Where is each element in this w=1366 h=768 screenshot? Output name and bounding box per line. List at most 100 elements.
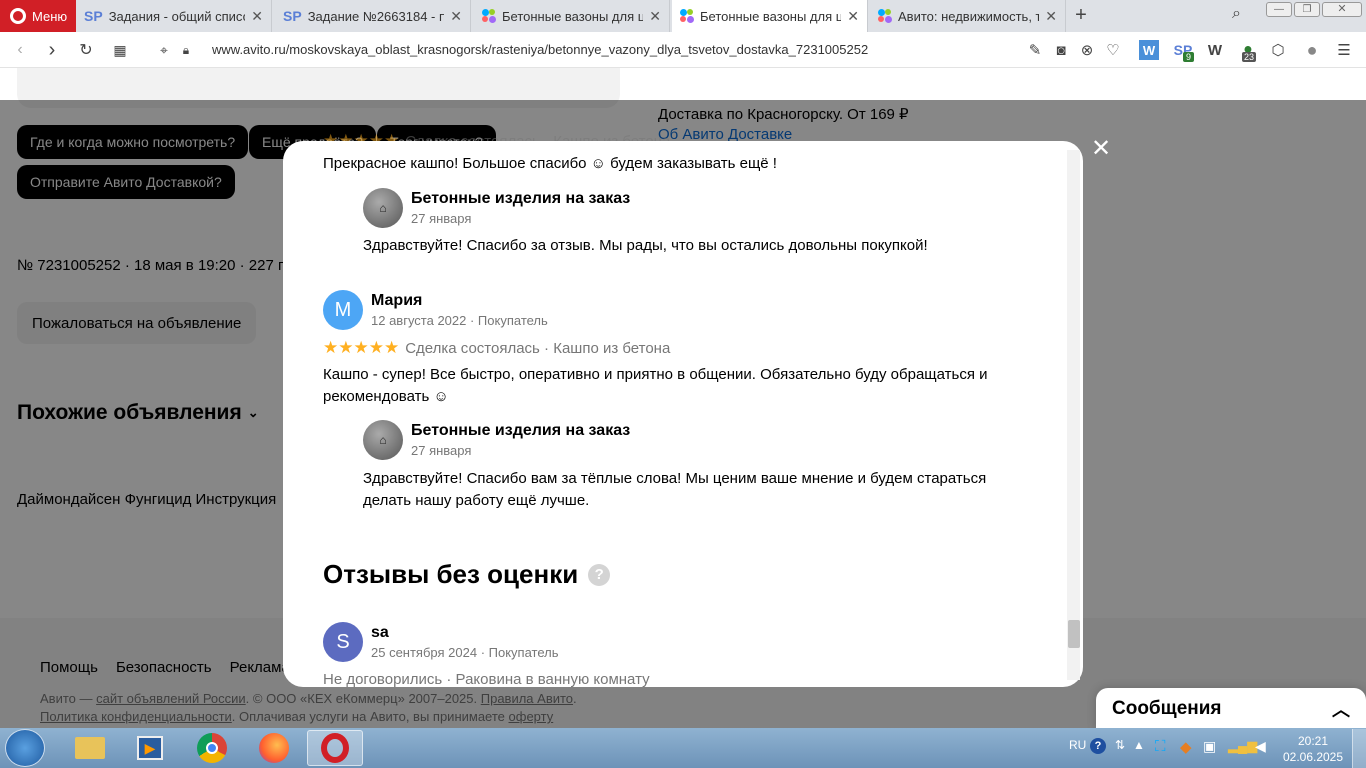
restore-icon[interactable]: ❐ xyxy=(1294,2,1320,17)
tab-4-active[interactable]: Бетонные вазоны для цве ✕ xyxy=(672,0,868,32)
tab-title: Бетонные вазоны для цве xyxy=(502,8,644,24)
reply-text-line1: Здравствуйте! Спасибо вам за тёплые слов… xyxy=(363,470,987,487)
review-rating-line: ★★★★★ Сделка состоялась · Кашпо из бетон… xyxy=(323,338,670,358)
chrome-taskbar-icon[interactable] xyxy=(184,730,240,766)
reviewer-name: sa xyxy=(371,624,389,641)
language-indicator[interactable]: RU xyxy=(1069,738,1086,752)
modal-close-icon[interactable]: ✕ xyxy=(1088,136,1114,162)
w-extension-icon[interactable]: W xyxy=(1139,40,1159,60)
signal-bars-icon[interactable]: ▂▄▆ xyxy=(1228,738,1257,754)
network-device-tray-icon[interactable]: ▣ xyxy=(1203,738,1216,755)
reply-text-line2: делать нашу работу ещё лучше. xyxy=(363,492,590,509)
screen-capture-tray-icon[interactable]: ⛶ xyxy=(1155,738,1166,755)
firefox-taskbar-icon[interactable] xyxy=(246,730,302,766)
camera-icon[interactable]: ◙ xyxy=(1049,38,1073,62)
media-player-taskbar-icon[interactable]: ▶ xyxy=(122,730,178,766)
messages-label: Сообщения xyxy=(1112,698,1222,719)
close-icon[interactable]: ✕ xyxy=(1045,8,1057,25)
clock[interactable]: 20:21 02.06.2025 xyxy=(1282,733,1344,765)
show-hidden-icons-icon[interactable]: ▲ xyxy=(1133,738,1145,752)
seller-avatar: ⌂ xyxy=(363,188,403,228)
reply-date: 27 января xyxy=(411,443,472,458)
lock-icon[interactable]: 🔒︎ xyxy=(176,32,196,68)
speed-dial-grid-icon[interactable]: ▦ xyxy=(108,32,132,68)
help-icon[interactable]: ? xyxy=(588,563,611,586)
firefox-icon xyxy=(259,733,289,763)
modal-scrollbar[interactable] xyxy=(1067,150,1080,680)
new-tab-plus-icon[interactable]: + xyxy=(1070,4,1092,26)
extension-badge: 23 xyxy=(1242,52,1257,62)
scrollbar-thumb[interactable] xyxy=(1068,620,1080,648)
tab-2[interactable]: SP Задание №2663184 - про ✕ xyxy=(275,0,471,32)
edit-icon[interactable]: ✎ xyxy=(1023,38,1047,62)
reload-icon[interactable]: ↻ xyxy=(74,32,98,68)
chrome-icon xyxy=(197,733,227,763)
location-pin-icon[interactable]: ⌖ xyxy=(152,32,176,68)
volume-icon[interactable]: ◀ xyxy=(1255,738,1266,755)
tab-3[interactable]: Бетонные вазоны для цве ✕ xyxy=(474,0,670,32)
clock-time: 20:21 xyxy=(1297,734,1329,748)
section-heading: Отзывы без оценки ? xyxy=(323,559,611,590)
review-text-line1: Кашпо - супер! Все быстро, оперативно и … xyxy=(323,366,988,383)
tab-1[interactable]: SP Задания - общий список з ✕ xyxy=(76,0,272,32)
reply-text: Здравствуйте! Спасибо за отзыв. Мы рады,… xyxy=(363,237,928,254)
review-text-line2: рекомендовать ☺ xyxy=(323,388,449,405)
sp-favicon-icon: SP xyxy=(283,8,302,24)
avito-favicon-icon xyxy=(482,9,496,23)
tab-title: Бетонные вазоны для цве xyxy=(700,8,842,24)
app-tray-icon[interactable]: ◆ xyxy=(1180,738,1192,756)
messages-panel[interactable]: Сообщения ︿ xyxy=(1096,688,1366,730)
start-button-icon[interactable] xyxy=(5,729,45,767)
easy-setup-icon[interactable]: ☰ xyxy=(1332,38,1356,62)
url-field[interactable]: www.avito.ru/moskovskaya_oblast_krasnogo… xyxy=(212,32,868,68)
help-tray-icon[interactable]: ? xyxy=(1090,738,1106,754)
reviewer-name: Мария xyxy=(371,292,423,309)
opera-icon xyxy=(321,733,349,763)
tab-title: Задание №2663184 - про xyxy=(307,8,445,24)
seller-name[interactable]: Бетонные изделия на заказ xyxy=(411,190,630,208)
window-close-icon[interactable]: ✕ xyxy=(1322,2,1362,17)
rating-stars: ★★★★★ xyxy=(323,338,400,357)
profile-avatar-icon[interactable]: ● xyxy=(1300,38,1324,62)
search-tabs-icon[interactable]: ⌕ xyxy=(1232,5,1241,23)
seller-avatar: ⌂ xyxy=(363,420,403,460)
avito-favicon-icon xyxy=(680,9,694,23)
explorer-taskbar-icon[interactable] xyxy=(62,730,118,766)
opera-taskbar-icon[interactable] xyxy=(307,730,363,766)
avito-favicon-icon xyxy=(878,9,892,23)
forward-arrow-icon[interactable]: › xyxy=(40,32,64,68)
review-text: Прекрасное кашпо! Большое спасибо ☺ буде… xyxy=(323,155,777,172)
folder-icon xyxy=(75,737,105,759)
sp-favicon-icon: SP xyxy=(84,8,103,24)
close-icon[interactable]: ✕ xyxy=(450,8,462,25)
review-meta: 12 августа 2022 · Покупатель xyxy=(371,313,548,328)
heart-icon[interactable]: ♡ xyxy=(1101,38,1125,62)
review-deal: Не договорились · Раковина в ванную комн… xyxy=(323,671,650,687)
opera-menu-button[interactable]: Меню xyxy=(0,0,76,32)
back-arrow-icon[interactable]: ‹ xyxy=(8,32,32,68)
chevron-up-icon[interactable]: ︿ xyxy=(1332,696,1350,722)
reviews-modal: Прекрасное кашпо! Большое спасибо ☺ буде… xyxy=(283,141,1083,687)
seller-name[interactable]: Бетонные изделия на заказ xyxy=(411,422,630,440)
user-avatar: М xyxy=(323,290,363,330)
adblock-icon[interactable]: ⊗ xyxy=(1075,38,1099,62)
reply-date: 27 января xyxy=(411,211,472,226)
play-icon: ▶ xyxy=(137,736,163,760)
menu-label: Меню xyxy=(32,8,68,24)
close-icon[interactable]: ✕ xyxy=(251,8,263,25)
clock-date: 02.06.2025 xyxy=(1282,750,1344,764)
window-controls: — ❐ ✕ xyxy=(1266,2,1362,18)
show-desktop-button[interactable] xyxy=(1352,729,1366,768)
tab-title: Авито: недвижимость, тра xyxy=(898,8,1040,24)
cube-icon[interactable]: ⬡ xyxy=(1266,38,1290,62)
sp-badge: 9 xyxy=(1183,52,1195,62)
minimize-icon[interactable]: — xyxy=(1266,2,1292,17)
review-meta: 25 сентября 2024 · Покупатель xyxy=(371,645,559,660)
tray-pin-icon[interactable]: ⇅ xyxy=(1115,738,1125,752)
review-deal: Сделка состоялась · Кашпо из бетона xyxy=(405,339,671,357)
section-heading-text: Отзывы без оценки xyxy=(323,559,579,589)
close-icon[interactable]: ✕ xyxy=(649,8,661,25)
close-icon[interactable]: ✕ xyxy=(847,8,859,25)
w-bold-extension-icon[interactable]: W xyxy=(1203,38,1227,62)
tab-5[interactable]: Авито: недвижимость, тра ✕ xyxy=(870,0,1066,32)
